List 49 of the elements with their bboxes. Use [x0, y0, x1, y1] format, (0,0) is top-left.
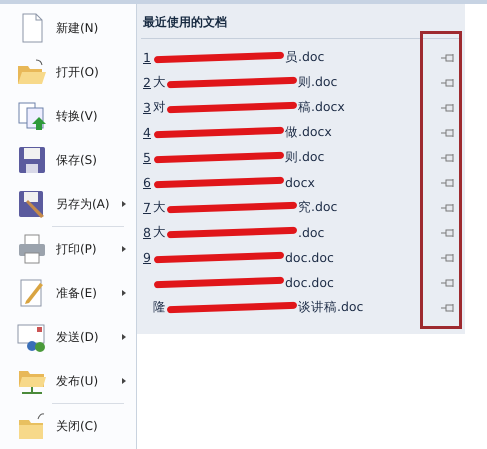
pushpin-icon[interactable]: [441, 253, 455, 263]
pushpin-icon[interactable]: [441, 278, 455, 288]
file-name[interactable]: 隆: [153, 299, 166, 316]
file-name[interactable]: 对: [153, 99, 166, 116]
pushpin-icon[interactable]: [441, 178, 455, 188]
file-name[interactable]: doc.doc: [285, 275, 334, 290]
menu-item[interactable]: 转换(V): [0, 94, 136, 138]
file-number: 7: [143, 200, 151, 215]
file-number: 5: [143, 150, 151, 165]
menu-item[interactable]: 关闭(C): [0, 404, 136, 448]
file-name[interactable]: 究.doc: [298, 199, 338, 216]
pushpin-icon[interactable]: [441, 303, 455, 313]
pushpin-icon[interactable]: [441, 53, 455, 63]
file-name[interactable]: .doc: [298, 225, 324, 240]
file-number: 2: [143, 75, 151, 90]
file-name[interactable]: 稿.docx: [298, 99, 345, 116]
file-number: 1: [143, 50, 151, 65]
menu-item[interactable]: 打开(O): [0, 50, 136, 94]
pushpin-icon[interactable]: [441, 78, 455, 88]
file-name[interactable]: 则.doc: [285, 149, 324, 166]
file-name[interactable]: 大: [153, 224, 166, 241]
file-name[interactable]: 大: [153, 199, 166, 216]
pushpin-icon[interactable]: [441, 103, 455, 113]
file-name[interactable]: doc.doc: [285, 250, 334, 265]
pushpin-icon[interactable]: [441, 153, 455, 163]
pushpin-icon[interactable]: [441, 228, 455, 238]
document-arrow-icon: [16, 100, 48, 132]
file-number: 8: [143, 225, 151, 240]
printer-icon: [16, 233, 48, 265]
file-number: 6: [143, 175, 151, 190]
file-name[interactable]: 谈讲稿.doc: [298, 299, 364, 316]
menu-item[interactable]: 准备(E): [0, 271, 136, 315]
menu-item[interactable]: 新建(N): [0, 6, 136, 50]
menu-item[interactable]: 发布(U): [0, 359, 136, 403]
pushpin-icon[interactable]: [441, 128, 455, 138]
file-name[interactable]: 做.docx: [285, 124, 332, 141]
menu-item[interactable]: 另存为(A): [0, 182, 136, 226]
file-name[interactable]: 则.doc: [298, 74, 338, 91]
menu-item[interactable]: 保存(S): [0, 138, 136, 182]
file-name[interactable]: 员.doc: [285, 49, 324, 66]
menu-item[interactable]: 打印(P): [0, 227, 136, 271]
pushpin-icon[interactable]: [441, 203, 455, 213]
file-name[interactable]: docx: [285, 175, 315, 190]
file-number: 9: [143, 250, 151, 265]
recent-documents-title: 最近使用的文档: [142, 14, 228, 31]
file-name[interactable]: 大: [153, 74, 166, 91]
file-number: 3: [143, 100, 151, 115]
file-number: 4: [143, 125, 151, 140]
menu-item[interactable]: 发送(D): [0, 315, 136, 359]
